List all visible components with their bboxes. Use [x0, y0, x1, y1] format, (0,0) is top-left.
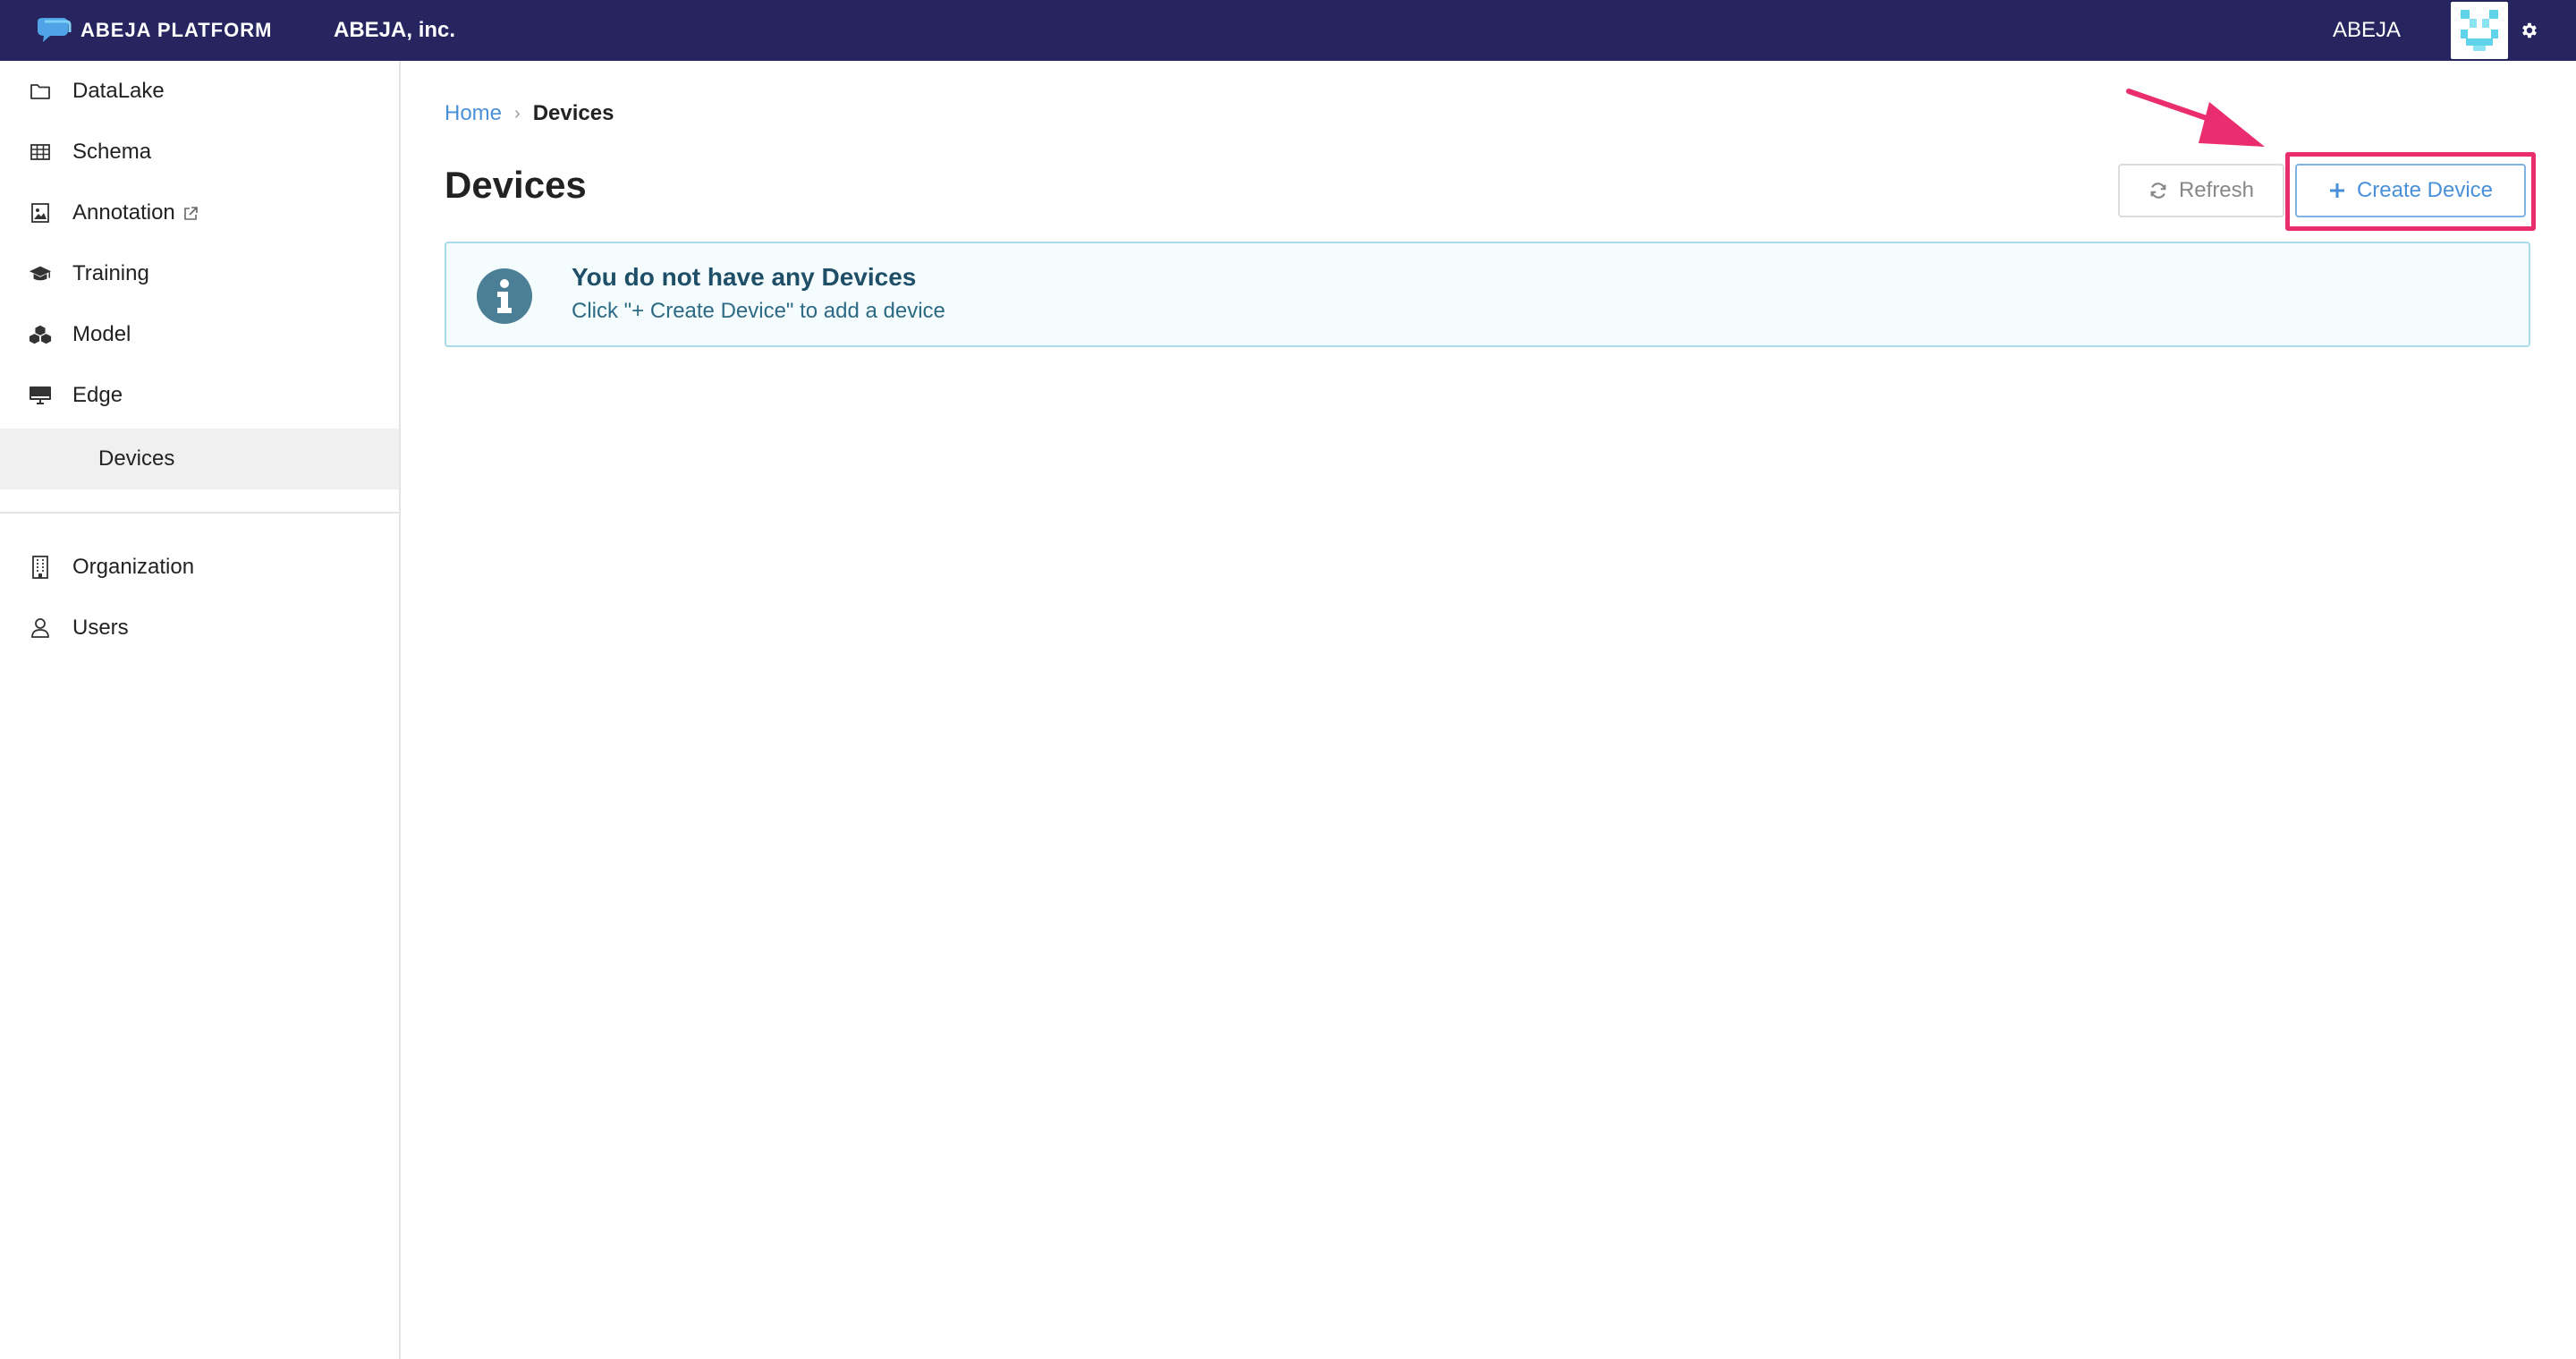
table-icon	[29, 140, 52, 164]
sidebar-item-model[interactable]: Model	[0, 304, 399, 365]
sidebar-item-organization[interactable]: Organization	[0, 537, 399, 598]
avatar-image	[2461, 10, 2498, 51]
sidebar-item-label: Edge	[72, 383, 123, 407]
sidebar-item-label: Model	[72, 322, 131, 346]
info-icon	[477, 268, 532, 324]
user-icon	[29, 616, 52, 640]
sidebar-item-annotation[interactable]: Annotation	[0, 183, 399, 243]
sidebar-item-label: DataLake	[72, 79, 165, 103]
sidebar-divider	[0, 512, 399, 514]
cubes-icon	[29, 323, 52, 346]
avatar[interactable]	[2451, 2, 2508, 59]
breadcrumb-home-link[interactable]: Home	[445, 101, 502, 126]
external-link-icon	[183, 206, 198, 220]
top-bar: ABEJA PLATFORM ABEJA, inc. ABEJA	[0, 0, 2576, 61]
refresh-label: Refresh	[2178, 178, 2255, 202]
sidebar-item-label: Organization	[72, 555, 195, 579]
sidebar-item-label: Schema	[72, 140, 152, 164]
sidebar-item-devices[interactable]: Devices	[0, 429, 399, 489]
sidebar-item-users[interactable]: Users	[0, 598, 399, 658]
image-icon	[29, 201, 52, 225]
graduation-cap-icon	[29, 262, 52, 285]
abeja-logo-icon	[38, 18, 72, 42]
empty-state-alert: You do not have any Devices Click "+ Cre…	[445, 242, 2530, 347]
refresh-button[interactable]: Refresh	[2118, 164, 2284, 217]
refresh-icon	[2150, 183, 2166, 199]
sidebar-item-datalake[interactable]: DataLake	[0, 61, 399, 122]
empty-state-subtitle: Click "+ Create Device" to add a device	[572, 299, 945, 323]
brand-name: ABEJA PLATFORM	[80, 19, 273, 41]
sidebar-item-training[interactable]: Training	[0, 243, 399, 304]
empty-state-title: You do not have any Devices	[572, 263, 917, 291]
folder-icon	[29, 80, 52, 103]
highlight-box	[2285, 152, 2536, 231]
breadcrumb-current: Devices	[532, 101, 614, 125]
brand[interactable]: ABEJA PLATFORM	[36, 0, 272, 61]
sidebar: DataLake Schema Annotation Training Mode…	[0, 61, 401, 1359]
pointer-arrow-icon	[2126, 89, 2265, 147]
desktop-icon	[29, 384, 52, 407]
sidebar-item-label: Users	[72, 616, 129, 640]
sidebar-item-label: Annotation	[72, 200, 199, 225]
sidebar-item-edge[interactable]: Edge	[0, 365, 399, 426]
gear-icon[interactable]	[2515, 16, 2544, 45]
breadcrumb: Home › Devices	[445, 98, 614, 129]
breadcrumb-separator: ›	[514, 103, 521, 123]
user-name[interactable]: ABEJA	[2333, 0, 2401, 61]
sidebar-item-label: Training	[72, 261, 149, 285]
sidebar-item-schema[interactable]: Schema	[0, 122, 399, 183]
organization-name[interactable]: ABEJA, inc.	[334, 0, 455, 61]
page-title: Devices	[445, 164, 587, 206]
building-icon	[29, 556, 52, 579]
sidebar-item-label: Devices	[98, 446, 175, 471]
